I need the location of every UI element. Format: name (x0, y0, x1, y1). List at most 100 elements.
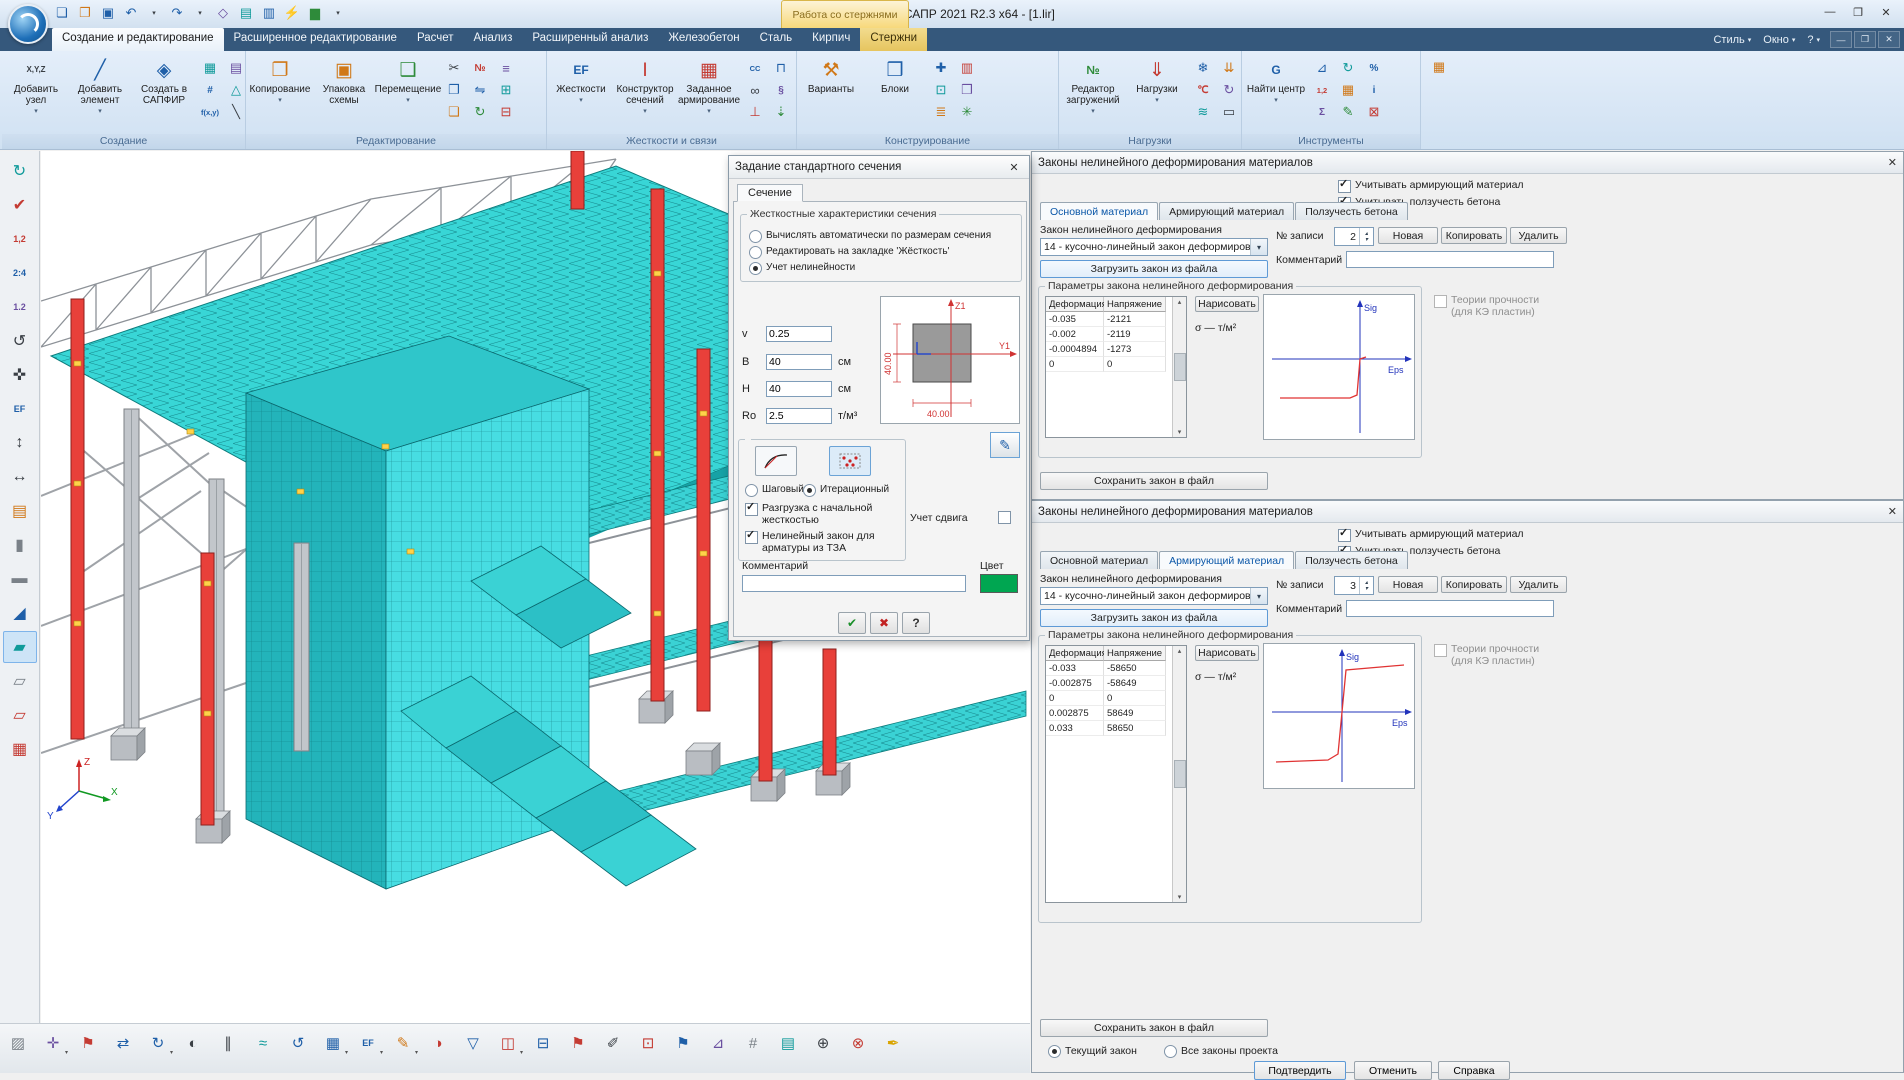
add-rod-icon[interactable]: ╲ (224, 102, 248, 122)
flash-icon[interactable]: ⚡ (282, 3, 302, 23)
grid-view-icon[interactable]: ▦ ▾ (317, 1028, 349, 1058)
mark-check-tool-icon[interactable]: ✔ (3, 189, 37, 221)
b-input[interactable] (766, 354, 832, 370)
pipette-icon[interactable]: ✐ (597, 1028, 629, 1058)
radio-all-laws[interactable]: Все законы проекта (1164, 1045, 1278, 1058)
beam-tool-icon[interactable]: ▬ (3, 563, 37, 595)
iteration-method-button[interactable] (829, 446, 871, 476)
close-icon[interactable]: ✕ (1872, 2, 1900, 22)
sheet-list-icon[interactable]: ▤ (772, 1028, 804, 1058)
copy-block-icon[interactable]: ❒ (955, 80, 979, 100)
unload-initial-stiffness-checkbox[interactable]: Разгрузка с начальной жесткостью (745, 501, 897, 526)
refresh-icon[interactable]: ↻ (1336, 58, 1360, 78)
strength-theories-checkbox[interactable]: Теории прочности (для КЭ пластин) (1434, 294, 1562, 318)
new-record-button[interactable]: Новая (1378, 227, 1438, 244)
contrast-icon[interactable]: ◑ (422, 1028, 454, 1058)
surface-function-icon[interactable]: f(x,y) (198, 102, 222, 122)
pack-scheme-button[interactable]: ▣ Упаковка схемы (312, 54, 376, 134)
scroll-up-icon[interactable]: ▴ (1178, 647, 1182, 655)
ties-icon[interactable]: ⊥ (743, 102, 767, 122)
workspace-panel-icon[interactable]: ▦ (1427, 57, 1451, 77)
scroll-thumb[interactable] (1173, 353, 1186, 381)
stairs-icon[interactable]: ≣ (929, 102, 953, 122)
nonlinear-rebar-law-checkbox[interactable]: Нелинейный закон для арматуры из ТЗА (745, 529, 897, 554)
lira-logo[interactable] (8, 4, 48, 44)
style-menu[interactable]: Стиль ▾ (1707, 34, 1757, 46)
hinges-icon[interactable]: ∞ (743, 80, 767, 100)
cancel-button[interactable]: Отменить (1354, 1061, 1432, 1080)
ok-button[interactable]: ✔ (838, 612, 866, 634)
pan-view-icon[interactable]: ⇄ (107, 1028, 139, 1058)
measure-12-icon[interactable]: 1,2 (1310, 80, 1334, 100)
cancel-button[interactable]: ✖ (870, 612, 898, 634)
column-header-strain[interactable]: Деформация (1046, 297, 1107, 312)
tab-concrete-creep[interactable]: Ползучесть бетона (1295, 202, 1408, 220)
renumber-icon[interactable]: № (468, 58, 492, 78)
orbit-view-icon[interactable]: ↻ ▾ (142, 1028, 174, 1058)
dialog-close-icon[interactable]: ✕ (1005, 161, 1023, 174)
add-block-icon[interactable]: ✚ (929, 58, 953, 78)
paste-icon[interactable]: ❏ (442, 102, 466, 122)
axes-compass-icon[interactable]: ✛ ▾ (37, 1028, 69, 1058)
new-file-icon[interactable]: ❏ (52, 3, 72, 23)
parallel-view-icon[interactable]: ∥ (212, 1028, 244, 1058)
hatch-corner-icon[interactable]: ▨ (2, 1028, 34, 1058)
tab-rebar-material[interactable]: Армирующий материал (1159, 202, 1295, 220)
table-row[interactable]: 00 (1046, 357, 1186, 372)
selection-box-icon[interactable]: ⊡ (632, 1028, 664, 1058)
confirm-button[interactable]: Подтвердить (1254, 1061, 1346, 1080)
consider-rebar-checkbox[interactable]: Учитывать армирующий материал (1338, 527, 1524, 542)
flags-icon[interactable]: ⚑ (72, 1028, 104, 1058)
delete-record-button[interactable]: Удалить (1510, 227, 1567, 244)
spinner-arrows-icon[interactable]: ▴ ▾ (1359, 577, 1373, 594)
numbers-24-tool-icon[interactable]: 2:4 (3, 257, 37, 289)
save-law-button[interactable]: Сохранить закон в файл (1040, 472, 1268, 490)
table-row[interactable]: -0.0004894 -1273 (1046, 342, 1186, 357)
law-combo[interactable]: 14 - кусочно-линейный закон деформирован… (1040, 587, 1268, 605)
panel-close-icon[interactable]: ✕ (1888, 156, 1897, 169)
loads-button[interactable]: ⇓ Нагрузки ▾ (1125, 54, 1189, 134)
scroll-up-icon[interactable]: ▴ (1178, 298, 1182, 306)
comment-input[interactable] (742, 575, 966, 592)
rotate-cw-tool-icon[interactable]: ↻ (3, 155, 37, 187)
merge-nodes-icon[interactable]: ⊞ (494, 80, 518, 100)
panel-title-bar[interactable]: Законы нелинейного деформирования матери… (1032, 152, 1903, 174)
join-blocks-icon[interactable]: ⊡ (929, 80, 953, 100)
tab-reinforced-concrete[interactable]: Железобетон (658, 28, 749, 51)
frame-generator-icon[interactable]: # (198, 80, 222, 100)
tab-brick[interactable]: Кирпич (802, 28, 860, 51)
load-law-button[interactable]: Загрузить закон из файла (1040, 260, 1268, 278)
ro-input[interactable] (766, 408, 832, 424)
tab-advanced-analysis[interactable]: Расширенный анализ (522, 28, 658, 51)
book-icon[interactable]: ▥ (259, 3, 279, 23)
blocks-button[interactable]: ❒ Блоки (863, 54, 927, 134)
rotate-ccw-tool-icon[interactable]: ↺ (3, 325, 37, 357)
open-file-icon[interactable]: ❐ (75, 3, 95, 23)
column-header-strain[interactable]: Деформация (1046, 646, 1107, 661)
minimize-icon[interactable]: — (1816, 2, 1844, 22)
mini-grid-icon[interactable]: # (737, 1028, 769, 1058)
radio-current-law[interactable]: Текущий закон (1048, 1045, 1137, 1058)
redo-arrow-icon[interactable]: ▾ (190, 3, 210, 23)
copy-record-button[interactable]: Копировать (1441, 227, 1507, 244)
snow-load-icon[interactable]: ❄ (1191, 58, 1215, 78)
table-row[interactable]: -0.035 -2121 (1046, 312, 1186, 327)
copy-record-button[interactable]: Копировать (1441, 576, 1507, 593)
zoom-window-icon[interactable]: ⊕ (807, 1028, 839, 1058)
save-law-button[interactable]: Сохранить закон в файл (1040, 1019, 1268, 1037)
stress-strain-table[interactable]: Деформация Напряжение -0.033 -58650 -0.0028… (1045, 645, 1187, 903)
redo-icon[interactable]: ↷ (167, 3, 187, 23)
column-header-stress[interactable]: Напряжение (1104, 297, 1166, 312)
table-row[interactable]: 0.002875 58649 (1046, 706, 1186, 721)
renumber-12-tool-icon[interactable]: 1,2 (3, 223, 37, 255)
new-record-button[interactable]: Новая (1378, 576, 1438, 593)
horizontal-dim-tool-icon[interactable]: ↔ (3, 461, 37, 493)
ramp-tool-icon[interactable]: ◢ (3, 597, 37, 629)
variants-button[interactable]: ⚒ Варианты (799, 54, 863, 134)
edit-section-button[interactable]: ✎ (990, 432, 1020, 458)
halftone-icon[interactable]: ◐ (177, 1028, 209, 1058)
law-combo[interactable]: 14 - кусочно-линейный закон деформирован… (1040, 238, 1268, 256)
releases-icon[interactable]: ⇣ (769, 102, 793, 122)
align-icon[interactable]: ≡ (494, 58, 518, 78)
comment-input[interactable] (1346, 600, 1554, 617)
